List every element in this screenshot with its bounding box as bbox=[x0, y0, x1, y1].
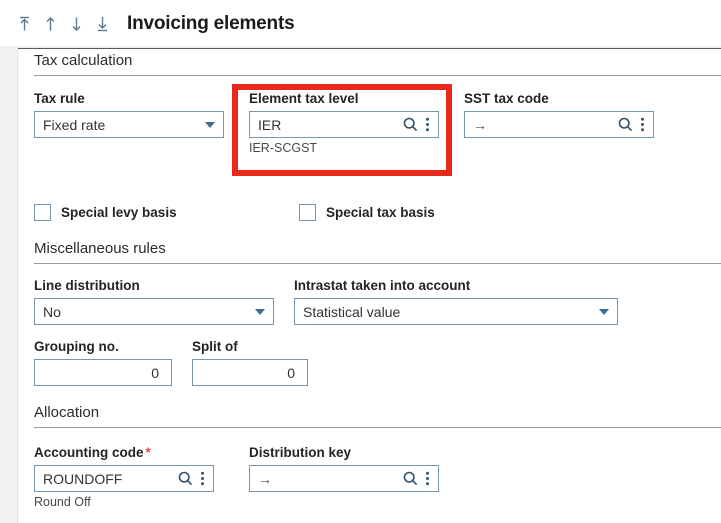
vertical-ellipsis-icon[interactable] bbox=[420, 469, 434, 488]
element-tax-level-label: Element tax level bbox=[249, 91, 359, 106]
distribution-key-label: Distribution key bbox=[249, 445, 352, 460]
split-of-field: Split of 0 bbox=[192, 339, 332, 386]
last-record-icon[interactable] bbox=[94, 13, 111, 35]
distribution-key-input[interactable]: → bbox=[249, 465, 439, 492]
split-of-input[interactable]: 0 bbox=[192, 359, 308, 386]
element-tax-level-input[interactable]: IER bbox=[249, 111, 439, 138]
split-of-label: Split of bbox=[192, 339, 238, 354]
special-tax-basis-checkbox[interactable] bbox=[299, 204, 316, 221]
section-divider bbox=[34, 75, 721, 76]
special-tax-basis-label: Special tax basis bbox=[326, 205, 435, 220]
line-distribution-value: No bbox=[43, 303, 61, 320]
section-title-allocation: Allocation bbox=[34, 404, 100, 421]
section-divider bbox=[34, 427, 721, 428]
intrastat-field: Intrastat taken into account Statistical… bbox=[294, 278, 634, 325]
accounting-code-value: ROUNDOFF bbox=[43, 470, 123, 487]
element-tax-level-value: IER bbox=[258, 116, 282, 133]
form-content: Tax calculation Tax rule Fixed rate Elem… bbox=[18, 49, 721, 523]
tax-rule-label: Tax rule bbox=[34, 91, 85, 106]
previous-record-icon[interactable] bbox=[42, 13, 59, 35]
record-navigation bbox=[16, 13, 111, 35]
grouping-no-input[interactable]: 0 bbox=[34, 359, 172, 386]
intrastat-label: Intrastat taken into account bbox=[294, 278, 471, 293]
search-icon[interactable] bbox=[616, 115, 635, 134]
accounting-code-input[interactable]: ROUNDOFF bbox=[34, 465, 214, 492]
section-title-tax-calculation: Tax calculation bbox=[34, 52, 133, 69]
grouping-no-label: Grouping no. bbox=[34, 339, 119, 354]
intrastat-select[interactable]: Statistical value bbox=[294, 298, 618, 325]
vertical-ellipsis-icon[interactable] bbox=[635, 115, 649, 134]
distribution-key-field: Distribution key → bbox=[249, 445, 464, 510]
accounting-code-label-text: Accounting code bbox=[34, 445, 144, 460]
distribution-key-value: → bbox=[258, 470, 272, 487]
section-allocation: Allocation bbox=[34, 404, 721, 428]
search-icon[interactable] bbox=[401, 469, 420, 488]
section-tax-calculation: Tax calculation bbox=[34, 52, 721, 76]
search-icon[interactable] bbox=[176, 469, 195, 488]
split-of-value: 0 bbox=[287, 364, 295, 381]
grouping-no-field: Grouping no. 0 bbox=[34, 339, 192, 386]
tax-rule-value: Fixed rate bbox=[43, 116, 106, 133]
chevron-down-icon[interactable] bbox=[599, 308, 609, 315]
checkbox-row: Special levy basis Special tax basis bbox=[34, 204, 435, 221]
search-icon[interactable] bbox=[401, 115, 420, 134]
section-miscellaneous-rules: Miscellaneous rules bbox=[34, 240, 721, 264]
accounting-code-field: Accounting code * ROUNDOFF Round Off bbox=[34, 445, 249, 510]
special-tax-basis-checkbox-row[interactable]: Special tax basis bbox=[299, 204, 435, 221]
element-tax-level-helper: IER-SCGST bbox=[249, 141, 318, 155]
grouping-row: Grouping no. 0 Split of 0 bbox=[34, 339, 332, 386]
special-levy-basis-checkbox-row[interactable]: Special levy basis bbox=[34, 204, 299, 221]
line-distribution-select[interactable]: No bbox=[34, 298, 274, 325]
special-levy-basis-label: Special levy basis bbox=[61, 205, 177, 220]
next-record-icon[interactable] bbox=[68, 13, 85, 35]
tax-rule-field: Tax rule Fixed rate bbox=[34, 91, 249, 156]
accounting-code-label: Accounting code * bbox=[34, 445, 249, 461]
page-title: Invoicing elements bbox=[127, 13, 295, 34]
line-distribution-label: Line distribution bbox=[34, 278, 140, 293]
grouping-no-value: 0 bbox=[151, 364, 159, 381]
chevron-down-icon[interactable] bbox=[205, 121, 215, 128]
sst-tax-code-label: SST tax code bbox=[464, 91, 549, 106]
element-tax-level-field: Element tax level IER IER-SCGST bbox=[249, 91, 464, 156]
tax-fields-row: Tax rule Fixed rate Element tax level IE… bbox=[34, 91, 679, 156]
chevron-down-icon[interactable] bbox=[255, 308, 265, 315]
special-levy-basis-checkbox[interactable] bbox=[34, 204, 51, 221]
vertical-ellipsis-icon[interactable] bbox=[195, 469, 209, 488]
allocation-row: Accounting code * ROUNDOFF Round Off Dis… bbox=[34, 445, 464, 510]
first-record-icon[interactable] bbox=[16, 13, 33, 35]
tax-rule-select[interactable]: Fixed rate bbox=[34, 111, 224, 138]
app-header: Invoicing elements bbox=[0, 0, 721, 48]
sst-tax-code-input[interactable]: → bbox=[464, 111, 654, 138]
sst-tax-code-field: SST tax code → bbox=[464, 91, 679, 156]
line-distribution-field: Line distribution No bbox=[34, 278, 294, 325]
intrastat-value: Statistical value bbox=[303, 303, 401, 320]
misc-rules-row: Line distribution No Intrastat taken int… bbox=[34, 278, 634, 325]
section-divider bbox=[34, 263, 721, 264]
section-title-miscellaneous-rules: Miscellaneous rules bbox=[34, 240, 166, 257]
left-rail bbox=[0, 48, 18, 523]
sst-tax-code-value: → bbox=[473, 116, 487, 133]
required-marker: * bbox=[145, 445, 151, 460]
vertical-ellipsis-icon[interactable] bbox=[420, 115, 434, 134]
accounting-code-helper: Round Off bbox=[34, 495, 91, 509]
